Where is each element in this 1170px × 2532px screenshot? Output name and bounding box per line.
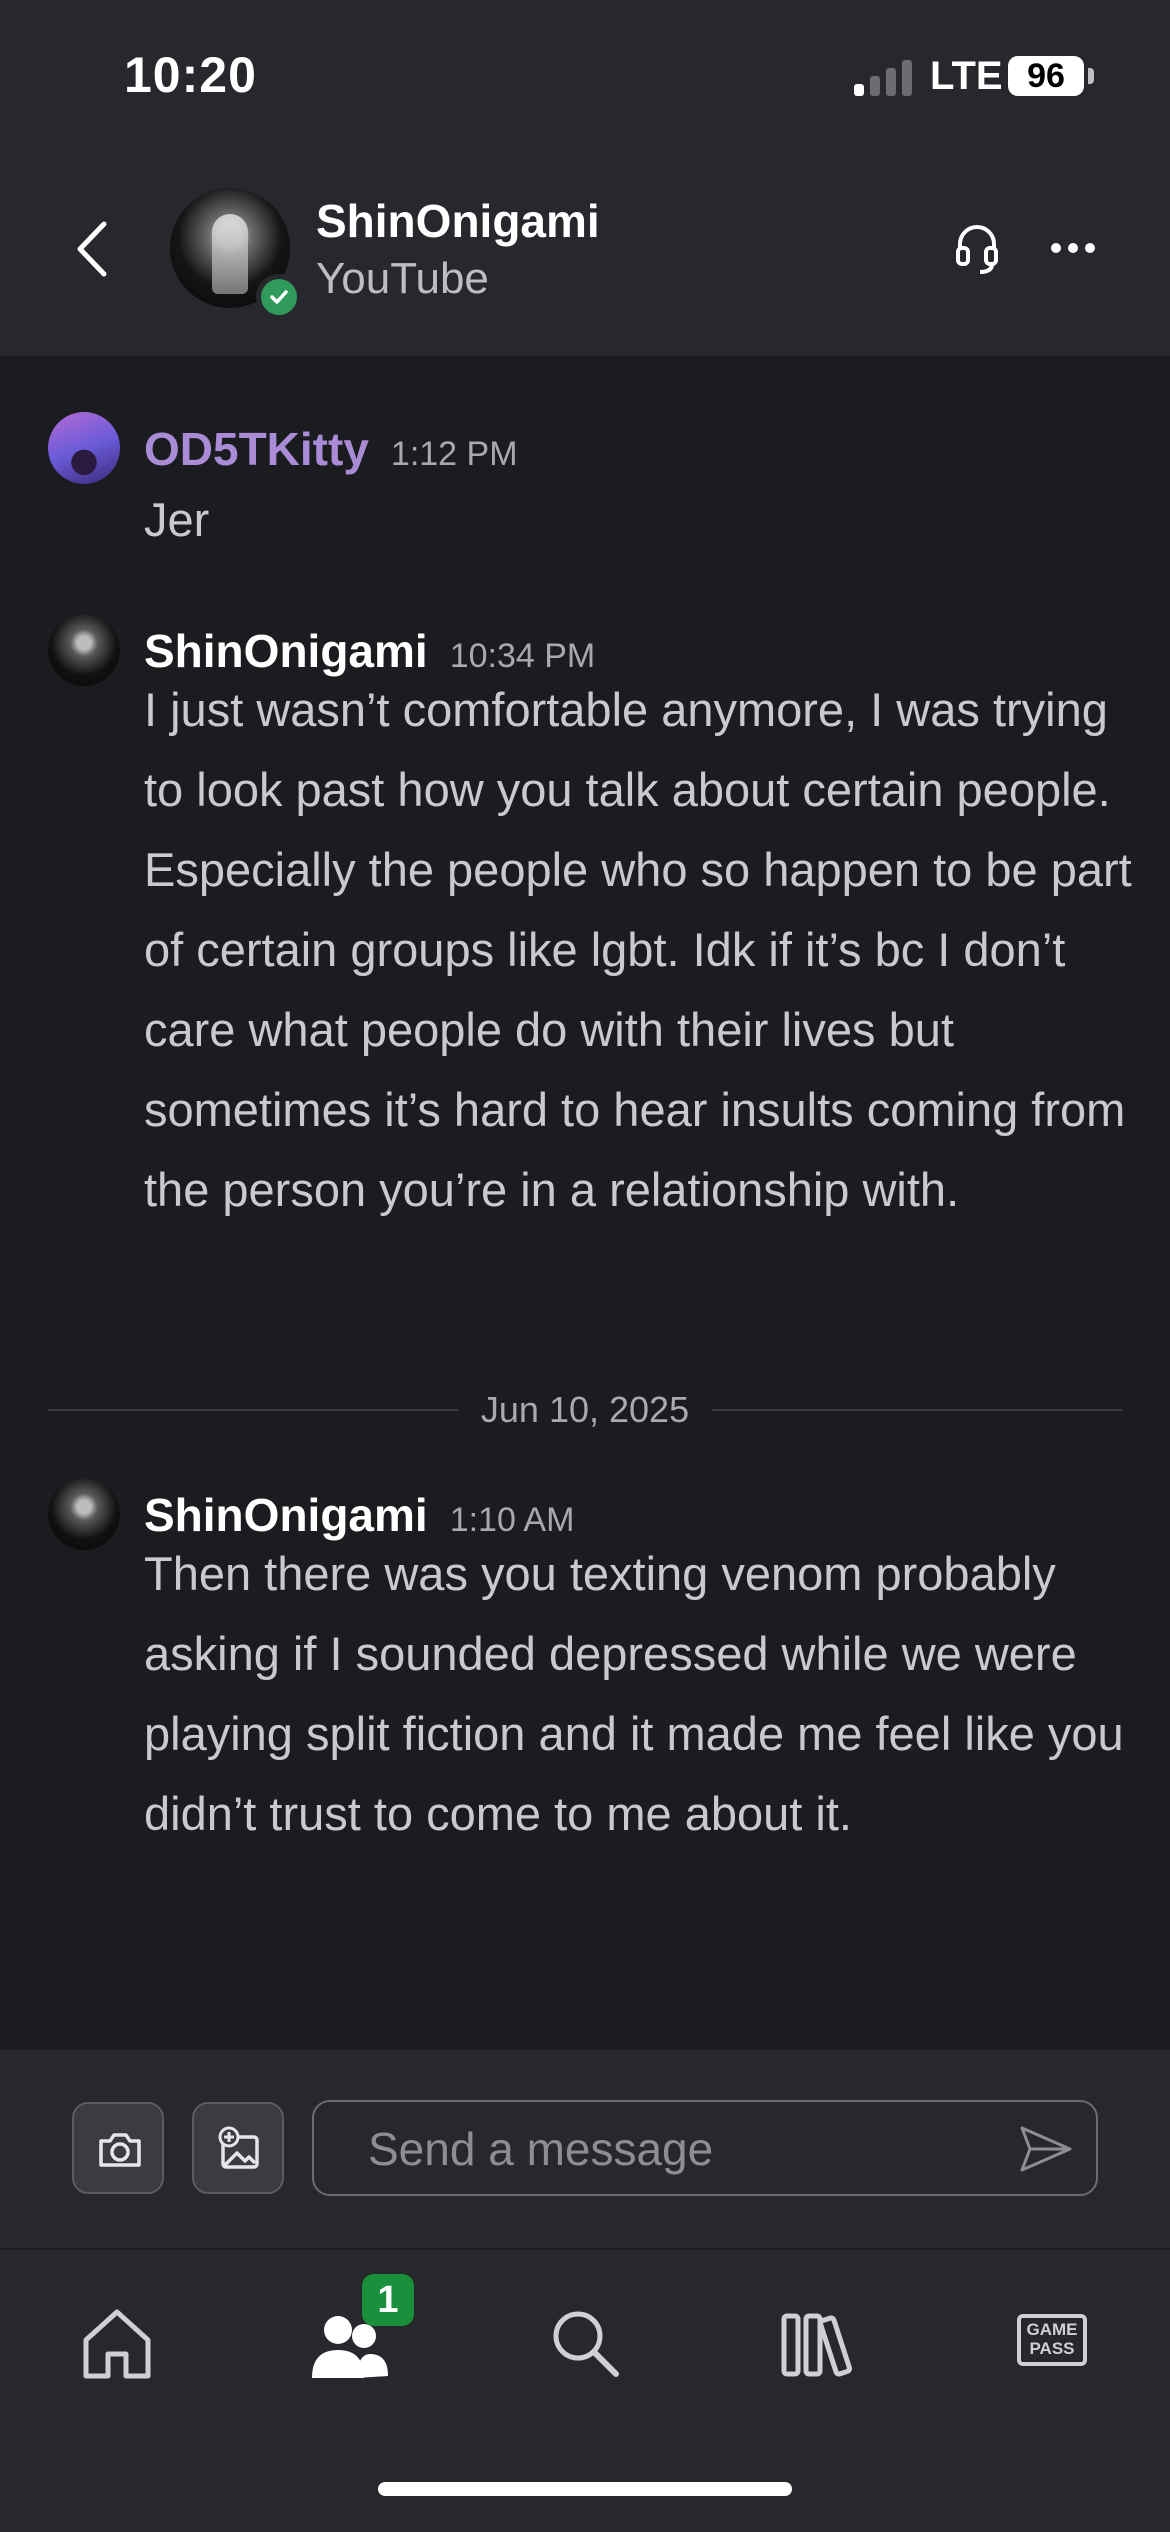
more-button[interactable]: [1050, 238, 1096, 258]
conversation-status: YouTube: [316, 254, 489, 303]
message-list[interactable]: OD5TKitty 1:12 PM Jer ShinOnigami 10:34 PM…: [0, 356, 1170, 2050]
headset-icon: [956, 225, 998, 274]
chevron-left-icon: [77, 221, 107, 277]
conversation-name: ShinOnigami: [316, 195, 600, 247]
chat-header: ShinOnigami YouTube: [0, 150, 1170, 356]
message-author: OD5TKitty 1:12 PM: [144, 423, 518, 475]
message-text: Jer: [144, 493, 210, 546]
tab-library[interactable]: [772, 2298, 862, 2388]
network-type: LTE: [930, 54, 1003, 98]
add-image-button[interactable]: [192, 2102, 284, 2194]
camera-button[interactable]: [72, 2102, 164, 2194]
battery-icon: 96: [1008, 56, 1084, 96]
tab-search[interactable]: [540, 2298, 630, 2388]
battery-tip: [1088, 68, 1094, 84]
library-icon: [781, 2313, 853, 2377]
avatar[interactable]: [48, 1478, 120, 1550]
signal-icon: [854, 58, 916, 96]
tab-game-pass[interactable]: GAME PASS: [1017, 2314, 1087, 2366]
status-time: 10:20: [124, 47, 257, 103]
add-image-icon: [218, 2126, 259, 2169]
avatar[interactable]: [48, 412, 120, 484]
send-icon: [1020, 2126, 1072, 2172]
message-text: I just wasn’t comfortable anymore, I was…: [144, 683, 1132, 1216]
voice-chat-button[interactable]: [952, 220, 1002, 276]
avatar[interactable]: [48, 614, 120, 686]
tab-home[interactable]: [72, 2298, 162, 2388]
message-time: 1:12 PM: [390, 435, 518, 473]
camera-icon: [99, 2133, 141, 2167]
send-button[interactable]: [1018, 2124, 1074, 2174]
message-composer: [0, 2050, 1170, 2248]
message-input-box[interactable]: [312, 2100, 1098, 2196]
notification-badge: 1: [362, 2274, 414, 2326]
status-bar: 10:20 LTE 96: [0, 0, 1170, 150]
more-horizontal-icon: [1051, 243, 1095, 253]
search-icon: [553, 2311, 619, 2377]
message-input[interactable]: [366, 2118, 970, 2180]
back-button[interactable]: [70, 216, 114, 282]
message-text: Then there was you texting venom probabl…: [144, 1547, 1124, 1840]
date-divider: Jun 10, 2025: [48, 1387, 1122, 1431]
online-status-icon: [256, 274, 302, 320]
home-icon: [83, 2309, 151, 2379]
home-indicator: [378, 2482, 792, 2496]
